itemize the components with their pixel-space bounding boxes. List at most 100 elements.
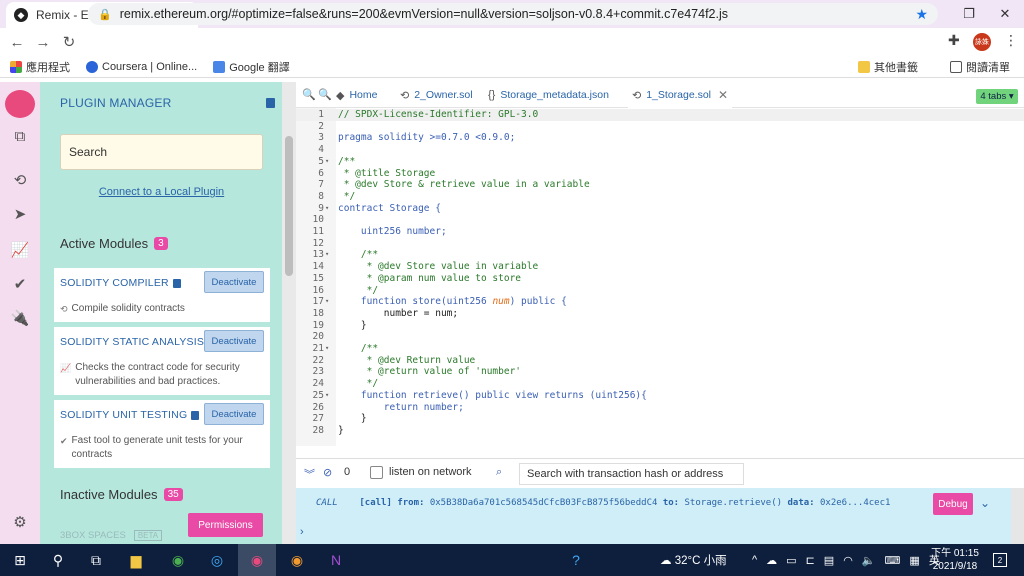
- transaction-search-input[interactable]: Search with transaction hash or address: [519, 463, 744, 485]
- unit-testing-icon[interactable]: ✔: [10, 274, 30, 294]
- code-line[interactable]: 4: [296, 144, 1024, 156]
- volume-icon[interactable]: 🔈: [862, 554, 876, 567]
- scroll-thumb[interactable]: [285, 136, 293, 276]
- listen-network-checkbox[interactable]: [370, 466, 383, 479]
- bookmark-star-icon[interactable]: ★: [915, 6, 928, 23]
- url-text[interactable]: remix.ethereum.org/#optimize=false&runs=…: [120, 7, 908, 21]
- file-explorer-icon[interactable]: ▆: [126, 550, 146, 570]
- notification-center-icon[interactable]: 2: [993, 553, 1007, 567]
- browser-menu-icon[interactable]: ⋮: [1004, 32, 1018, 49]
- bookmark-coursera[interactable]: Coursera | Online...: [86, 60, 197, 73]
- system-clock[interactable]: 下午 01:15 2021/9/18: [930, 547, 980, 573]
- help-icon[interactable]: ?: [566, 550, 586, 570]
- code-line[interactable]: 17 ▾ function store(uint256 num) public {: [296, 296, 1024, 308]
- code-line[interactable]: 2: [296, 121, 1024, 133]
- code-line[interactable]: 9 ▾ contract Storage {: [296, 203, 1024, 215]
- cloud-icon[interactable]: ☁: [766, 554, 777, 567]
- code-line[interactable]: 5 ▾ /**: [296, 156, 1024, 168]
- file-explorer-icon[interactable]: ⧉: [10, 126, 30, 146]
- docs-icon[interactable]: [172, 278, 181, 288]
- fold-arrow-icon[interactable]: ▾: [325, 203, 329, 215]
- wifi-icon[interactable]: ◠: [843, 554, 853, 567]
- code-line[interactable]: 3 pragma solidity >=0.7.0 <0.9.0;: [296, 132, 1024, 144]
- deploy-run-icon[interactable]: ➤: [10, 204, 30, 224]
- edge-icon[interactable]: ◎: [207, 550, 227, 570]
- code-line[interactable]: 15 * @param num value to store: [296, 273, 1024, 285]
- permissions-button[interactable]: Permissions: [188, 513, 263, 537]
- tabs-count-dropdown[interactable]: 4 tabs ▾: [976, 89, 1018, 104]
- onenote-icon[interactable]: N: [326, 550, 346, 570]
- collapse-terminal-icon[interactable]: ︾: [304, 466, 315, 482]
- chrome-icon[interactable]: ◉: [168, 550, 188, 570]
- back-arrow-icon[interactable]: ←: [4, 34, 30, 51]
- keyboard-icon[interactable]: ⌨: [885, 554, 901, 567]
- profile-avatar[interactable]: 詠姝: [973, 33, 991, 51]
- solidity-compiler-icon[interactable]: ⟲: [10, 170, 30, 190]
- tab-storage-sol[interactable]: ⟲ 1_Storage.sol ✕: [628, 82, 733, 108]
- code-line[interactable]: 26 return number;: [296, 402, 1024, 414]
- forward-arrow-icon[interactable]: →: [30, 34, 56, 51]
- omnibox[interactable]: 🔒 remix.ethereum.org/#optimize=false&run…: [88, 3, 938, 25]
- system-tray-icons[interactable]: ^ ☁ ▭ ⊏ ▤ ◠ 🔈 ⌨ ▦ 英: [752, 544, 940, 576]
- clear-console-icon[interactable]: ⊘: [323, 466, 332, 479]
- battery-icon[interactable]: ▭: [786, 554, 796, 567]
- static-analysis-icon[interactable]: 📈: [10, 240, 30, 260]
- windows-start-icon[interactable]: ⊞: [10, 550, 30, 570]
- zoom-out-icon[interactable]: 🔍: [302, 88, 316, 101]
- code-line[interactable]: 8 */: [296, 191, 1024, 203]
- panel-scrollbar[interactable]: [282, 82, 296, 544]
- code-line[interactable]: 14 * @dev Store value in variable: [296, 261, 1024, 273]
- close-tab-icon[interactable]: ✕: [718, 88, 728, 102]
- deactivate-button[interactable]: Deactivate: [204, 271, 264, 293]
- bookmark-apps[interactable]: 應用程式: [10, 59, 70, 75]
- chrome-profile-icon[interactable]: ◉: [247, 550, 267, 570]
- code-line[interactable]: 13 ▾ /**: [296, 249, 1024, 261]
- terminal-scrollbar[interactable]: [1011, 488, 1024, 544]
- code-line[interactable]: 1 // SPDX-License-Identifier: GPL-3.0: [296, 109, 1024, 121]
- restore-icon[interactable]: ❐: [950, 0, 988, 28]
- code-line[interactable]: 6 * @title Storage: [296, 168, 1024, 180]
- call-log-line[interactable]: CALL [call] from: 0x5B38Da6a701c568545dC…: [316, 498, 890, 508]
- code-line[interactable]: 27 }: [296, 413, 1024, 425]
- reload-icon[interactable]: ↻: [56, 33, 82, 51]
- weather-widget[interactable]: ☁ 32°C 小雨: [660, 544, 727, 576]
- remix-logo-icon[interactable]: [5, 90, 35, 118]
- code-line[interactable]: 7 * @dev Store & retrieve value in a var…: [296, 179, 1024, 191]
- connect-local-plugin-link[interactable]: Connect to a Local Plugin: [60, 186, 263, 198]
- docs-icon[interactable]: [266, 98, 275, 108]
- plugin-search-input[interactable]: Search: [60, 134, 263, 170]
- code-line[interactable]: 28}: [296, 425, 1024, 437]
- code-line[interactable]: 12: [296, 238, 1024, 250]
- code-line[interactable]: 19 }: [296, 320, 1024, 332]
- tab-owner-sol[interactable]: ⟲ 2_Owner.sol: [400, 82, 473, 108]
- zoom-in-icon[interactable]: 🔍: [318, 88, 332, 101]
- code-line[interactable]: 25 ▾ function retrieve() public view retu…: [296, 390, 1024, 402]
- ime-icon[interactable]: ▦: [909, 554, 919, 567]
- device-icon[interactable]: ▤: [824, 554, 834, 567]
- debug-button[interactable]: Debug: [933, 493, 973, 515]
- code-line[interactable]: 18 number = num;: [296, 308, 1024, 320]
- code-line[interactable]: 24 */: [296, 378, 1024, 390]
- fold-arrow-icon[interactable]: ▾: [325, 296, 329, 308]
- usb-icon[interactable]: ⊏: [806, 554, 815, 567]
- tab-storage-metadata[interactable]: {} Storage_metadata.json: [488, 82, 609, 108]
- code-line[interactable]: 11 uint256 number;: [296, 226, 1024, 238]
- lock-icon[interactable]: 🔒: [98, 8, 112, 21]
- deactivate-button[interactable]: Deactivate: [204, 330, 264, 352]
- settings-gear-icon[interactable]: ⚙: [10, 512, 30, 532]
- chevron-down-icon[interactable]: ⌄: [980, 496, 990, 510]
- fold-arrow-icon[interactable]: ▾: [325, 156, 329, 168]
- code-line[interactable]: 10: [296, 214, 1024, 226]
- tab-home[interactable]: ◆ Home: [336, 82, 377, 108]
- code-line[interactable]: 21 ▾ /**: [296, 343, 1024, 355]
- reading-list[interactable]: 閱讀清單: [950, 59, 1010, 75]
- fold-arrow-icon[interactable]: ▾: [325, 390, 329, 402]
- deactivate-button[interactable]: Deactivate: [204, 403, 264, 425]
- chevron-up-icon[interactable]: ^: [752, 554, 757, 566]
- code-line[interactable]: 16 */: [296, 285, 1024, 297]
- bookmark-other[interactable]: 其他書籤: [858, 59, 918, 75]
- code-line[interactable]: 23 * @return value of 'number': [296, 366, 1024, 378]
- fold-arrow-icon[interactable]: ▾: [325, 249, 329, 261]
- plugin-manager-icon[interactable]: 🔌: [10, 308, 30, 328]
- terminal-prompt-icon[interactable]: ›: [300, 526, 304, 538]
